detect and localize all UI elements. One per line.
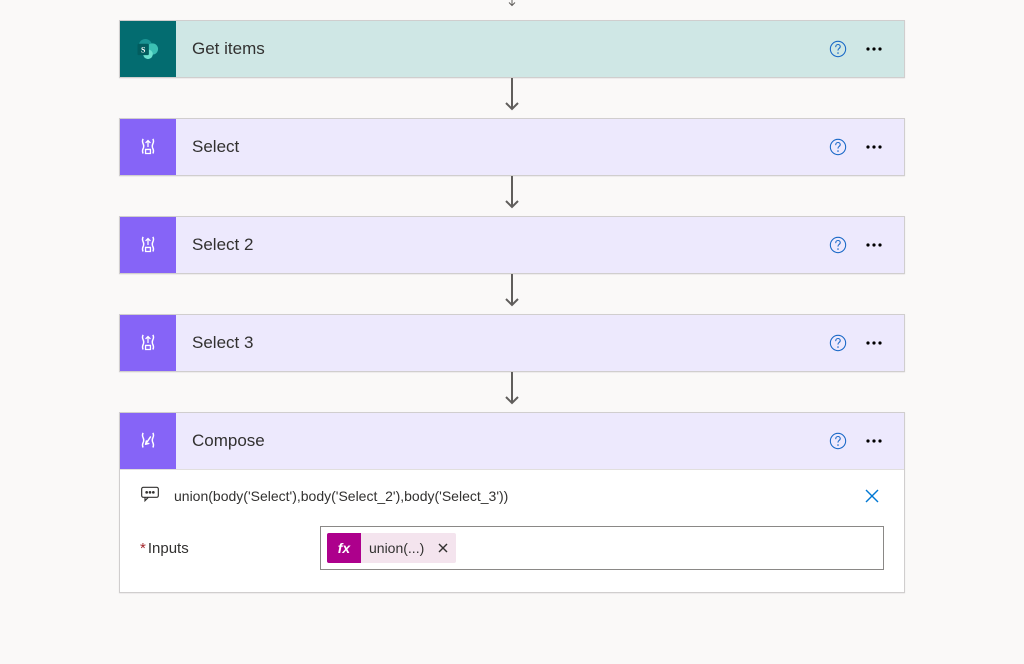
data-operation-select-icon xyxy=(120,217,176,273)
action-card-select-3[interactable]: Select 3 xyxy=(119,314,905,372)
expression-token[interactable]: fx union(...) xyxy=(327,533,456,563)
inputs-label: *Inputs xyxy=(140,540,320,557)
action-header[interactable]: Compose xyxy=(120,413,904,469)
comment-icon xyxy=(140,485,164,508)
more-menu-icon[interactable] xyxy=(856,35,892,63)
action-title: Select 3 xyxy=(176,333,824,353)
sharepoint-icon: S xyxy=(120,21,176,77)
action-card-get-items[interactable]: S Get items xyxy=(119,20,905,78)
more-menu-icon[interactable] xyxy=(856,231,892,259)
expression-peek-row: union(body('Select'),body('Select_2'),bo… xyxy=(140,484,884,508)
action-title: Select 2 xyxy=(176,235,824,255)
action-card-select[interactable]: Select xyxy=(119,118,905,176)
action-title: Select xyxy=(176,137,824,157)
connector-arrow xyxy=(504,176,520,216)
inputs-field[interactable]: fx union(...) xyxy=(320,526,884,570)
svg-text:S: S xyxy=(141,46,146,55)
connector-arrow xyxy=(504,274,520,314)
token-text: union(...) xyxy=(369,540,430,556)
more-menu-icon[interactable] xyxy=(856,329,892,357)
data-operation-select-icon xyxy=(120,315,176,371)
required-asterisk: * xyxy=(140,540,146,557)
action-card-compose[interactable]: Compose union(body('Select'),body('Selec… xyxy=(119,412,905,593)
more-menu-icon[interactable] xyxy=(856,133,892,161)
action-title: Compose xyxy=(176,431,824,451)
token-remove-button[interactable] xyxy=(430,540,456,556)
inputs-row: *Inputs fx union(...) xyxy=(140,526,884,570)
connector-arrow xyxy=(504,372,520,412)
help-icon[interactable] xyxy=(824,427,852,455)
action-header[interactable]: Select 2 xyxy=(120,217,904,273)
help-icon[interactable] xyxy=(824,231,852,259)
action-header[interactable]: Select xyxy=(120,119,904,175)
action-title: Get items xyxy=(176,39,824,59)
expression-peek-text: union(body('Select'),body('Select_2'),bo… xyxy=(164,488,860,504)
help-icon[interactable] xyxy=(824,35,852,63)
more-menu-icon[interactable] xyxy=(856,427,892,455)
action-header[interactable]: S Get items xyxy=(120,21,904,77)
compose-body: union(body('Select'),body('Select_2'),bo… xyxy=(120,469,904,592)
data-operation-select-icon xyxy=(120,119,176,175)
action-header[interactable]: Select 3 xyxy=(120,315,904,371)
data-operation-compose-icon xyxy=(120,413,176,469)
connector-arrow xyxy=(504,0,520,20)
help-icon[interactable] xyxy=(824,133,852,161)
flow-canvas: S Get items Select xyxy=(0,0,1024,593)
connector-arrow xyxy=(504,78,520,118)
fx-badge-icon: fx xyxy=(327,533,361,563)
help-icon[interactable] xyxy=(824,329,852,357)
close-peek-button[interactable] xyxy=(860,484,884,508)
action-card-select-2[interactable]: Select 2 xyxy=(119,216,905,274)
